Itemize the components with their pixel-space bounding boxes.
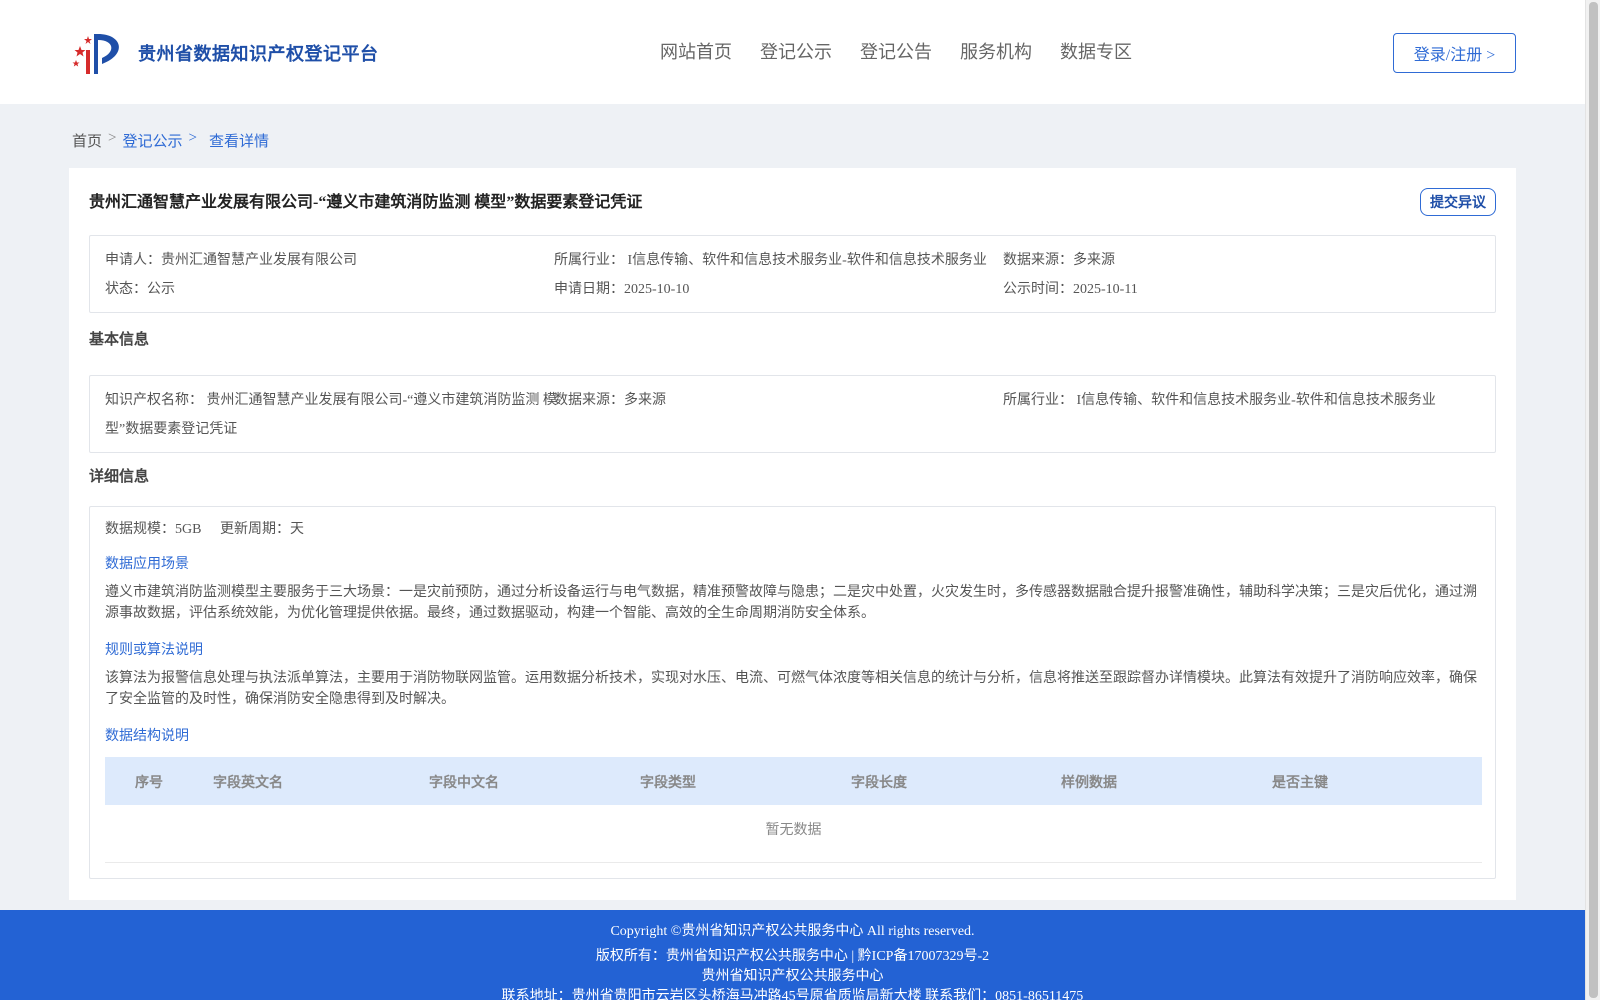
detail-info-heading: 详细信息	[89, 469, 150, 485]
applicant-field: 申请人：贵州汇通智慧产业发展有限公司	[105, 249, 357, 269]
scenario-heading: 数据应用场景	[105, 557, 189, 572]
data-scale-value: 5GB	[175, 522, 202, 537]
detail-card: 贵州汇通智慧产业发展有限公司-“遵义市建筑消防监测 模型”数据要素登记凭证 提交…	[69, 168, 1516, 900]
basic-industry-label: 所属行业：	[1003, 393, 1073, 408]
publish-date-label: 公示时间：	[1003, 282, 1073, 297]
logo-emblem-icon	[72, 28, 130, 78]
data-structure-heading: 数据结构说明	[105, 729, 189, 744]
ip-name-continued: 型”数据要素登记凭证	[105, 422, 238, 437]
scrollbar-thumb[interactable]	[1589, 2, 1598, 998]
summary-panel: 申请人：贵州汇通智慧产业发展有限公司 所属行业： I信息传输、软件和信息技术服务…	[89, 235, 1496, 313]
algorithm-text: 该算法为报警信息处理与执法派单算法，主要用于消防物联网监管。运用数据分析技术，实…	[105, 671, 1477, 707]
nav-data-zone[interactable]: 数据专区	[1060, 38, 1132, 64]
site-logo[interactable]: 贵州省数据知识产权登记平台	[72, 28, 379, 78]
basic-industry-value: I信息传输、软件和信息技术服务业-软件和信息技术服务业	[1076, 393, 1436, 408]
ip-name-value: 贵州汇通智慧产业发展有限公司-“遵义市建筑消防监测 模	[206, 393, 557, 408]
login-register-button[interactable]: 登录/注册 >	[1393, 33, 1516, 73]
publish-date-field: 公示时间：2025-10-11	[1003, 278, 1138, 298]
column-header: 字段中文名	[429, 776, 499, 791]
column-header: 序号	[135, 776, 163, 791]
breadcrumb-current: 查看详情	[208, 134, 269, 150]
status-value: 公示	[147, 282, 175, 297]
submit-objection-button[interactable]: 提交异议	[1420, 188, 1496, 216]
update-cycle-value: 天	[290, 522, 304, 537]
source-value: 多来源	[1073, 253, 1115, 268]
table-header: 序号 字段英文名 字段中文名 字段类型 字段长度 样例数据 是否主键	[105, 757, 1482, 805]
breadcrumb: 首页 > 登记公示 > 查看详情	[72, 130, 269, 151]
industry-field: 所属行业： I信息传输、软件和信息技术服务业-软件和信息技术服务业	[554, 249, 987, 269]
breadcrumb-registration-publicity[interactable]: 登记公示	[122, 130, 182, 151]
status-field: 状态：公示	[105, 278, 175, 298]
applicant-label: 申请人：	[105, 253, 161, 268]
nav-home[interactable]: 网站首页	[660, 38, 732, 64]
basic-info-panel: 知识产权名称： 贵州汇通智慧产业发展有限公司-“遵义市建筑消防监测 模 型”数据…	[89, 375, 1496, 453]
nav-registration-publicity[interactable]: 登记公示	[760, 38, 832, 64]
basic-industry-field: 所属行业： I信息传输、软件和信息技术服务业-软件和信息技术服务业	[1003, 389, 1436, 409]
column-header: 字段英文名	[213, 776, 283, 791]
column-header: 字段类型	[640, 776, 696, 791]
nav-registration-announcement[interactable]: 登记公告	[860, 38, 932, 64]
ip-name-field: 知识产权名称： 贵州汇通智慧产业发展有限公司-“遵义市建筑消防监测 模	[105, 389, 557, 409]
site-footer: Copyright ©贵州省知识产权公共服务中心 All rights rese…	[0, 910, 1585, 1000]
breadcrumb-separator: >	[108, 130, 117, 146]
data-scale-field: 数据规模：5GB	[105, 518, 201, 538]
breadcrumb-separator: >	[188, 130, 197, 146]
publish-date-value: 2025-10-11	[1073, 282, 1138, 297]
footer-contact: 联系地址：贵州省贵阳市云岩区头桥海马冲路45号原省质监局新大楼 联系我们：085…	[501, 989, 1084, 1000]
column-header: 样例数据	[1061, 776, 1117, 791]
update-cycle-label: 更新周期：	[220, 522, 290, 537]
site-header: 贵州省数据知识产权登记平台 网站首页 登记公示 登记公告 服务机构 数据专区 登…	[0, 0, 1585, 104]
apply-date-label: 申请日期：	[554, 282, 624, 297]
page-scrollbar[interactable]	[1585, 0, 1600, 1000]
algorithm-heading: 规则或算法说明	[105, 643, 203, 658]
data-scale-label: 数据规模：	[105, 522, 175, 537]
basic-source-value: 多来源	[624, 393, 666, 408]
detail-info-panel: 数据规模：5GB 更新周期：天 数据应用场景 遵义市建筑消防监测模型主要服务于三…	[89, 506, 1496, 879]
scenario-text: 遵义市建筑消防监测模型主要服务于三大场景：一是灾前预防，通过分析设备运行与电气数…	[105, 585, 1477, 621]
status-label: 状态：	[105, 282, 147, 297]
page-title: 贵州汇通智慧产业发展有限公司-“遵义市建筑消防监测 模型”数据要素登记凭证	[89, 194, 643, 211]
apply-date-field: 申请日期：2025-10-10	[554, 278, 689, 298]
footer-copyright: Copyright ©贵州省知识产权公共服务中心 All rights rese…	[610, 924, 975, 939]
main-nav: 网站首页 登记公示 登记公告 服务机构 数据专区	[660, 38, 1132, 64]
basic-info-heading: 基本信息	[89, 332, 150, 348]
table-empty-text: 暂无数据	[765, 823, 822, 838]
breadcrumb-home[interactable]: 首页	[72, 130, 102, 151]
column-header: 是否主键	[1272, 776, 1328, 791]
site-title: 贵州省数据知识产权登记平台	[138, 44, 379, 64]
column-header: 字段长度	[851, 776, 907, 791]
update-cycle-field: 更新周期：天	[220, 518, 304, 538]
footer-rights: 版权所有：贵州省知识产权公共服务中心 | 黔ICP备17007329号-2	[595, 949, 990, 964]
apply-date-value: 2025-10-10	[624, 282, 690, 297]
source-field: 数据来源：多来源	[1003, 249, 1115, 269]
basic-source-field: 数据来源：多来源	[554, 389, 666, 409]
source-label: 数据来源：	[1003, 253, 1073, 268]
industry-value: I信息传输、软件和信息技术服务业-软件和信息技术服务业	[627, 253, 987, 268]
footer-organization: 贵州省知识产权公共服务中心	[701, 969, 884, 984]
industry-label: 所属行业：	[554, 253, 624, 268]
table-divider	[105, 862, 1482, 863]
basic-source-label: 数据来源：	[554, 393, 624, 408]
applicant-value: 贵州汇通智慧产业发展有限公司	[161, 253, 357, 268]
nav-service-agencies[interactable]: 服务机构	[960, 38, 1032, 64]
ip-name-label: 知识产权名称：	[105, 393, 203, 408]
